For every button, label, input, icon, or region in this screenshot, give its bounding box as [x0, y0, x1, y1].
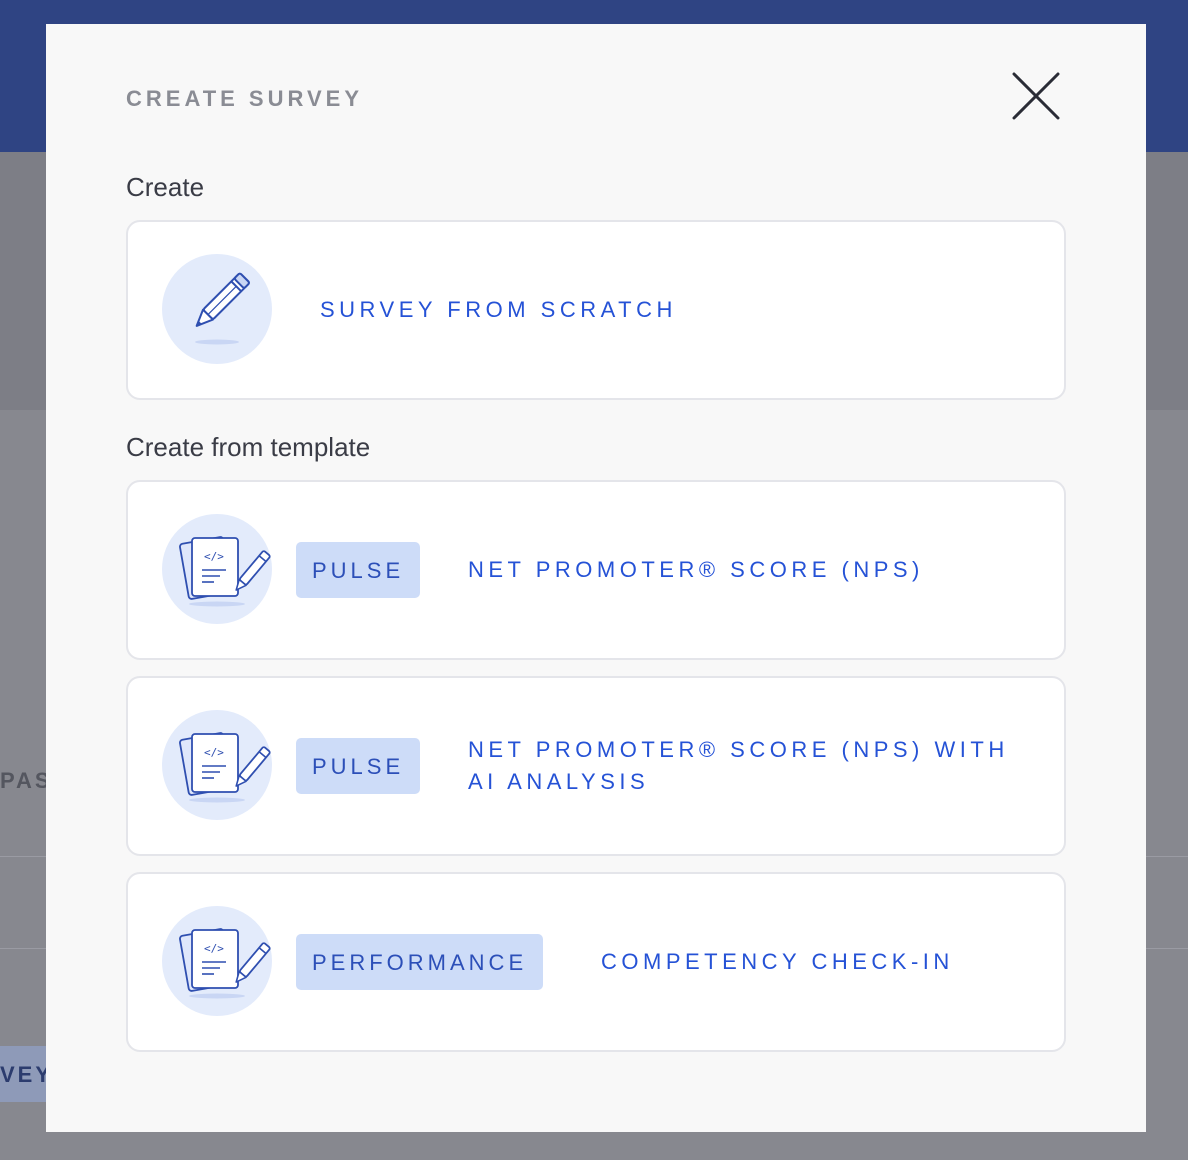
close-button[interactable] [1010, 70, 1062, 122]
template-competency-option[interactable]: </> PERFORMANCE COMPETENCY CHECK-IN [126, 872, 1066, 1052]
tag-badge: PULSE [296, 542, 421, 598]
document-pencil-icon: </> [162, 514, 272, 624]
svg-text:</>: </> [204, 942, 224, 955]
template-label: NET PROMOTER® SCORE (NPS) WITH AI ANALYS… [468, 737, 1009, 794]
create-survey-modal: CREATE SURVEY Create SURVEY FROM SCRATCH… [46, 24, 1146, 1132]
template-label: COMPETENCY CHECK-IN [601, 949, 954, 974]
modal-title: CREATE SURVEY [126, 86, 364, 111]
template-label: NET PROMOTER® SCORE (NPS) [468, 557, 924, 582]
create-section-label: Create [126, 172, 205, 202]
template-nps-ai-option[interactable]: </> PULSE NET PROMOTER® SCORE (NPS) WITH… [126, 676, 1066, 856]
document-pencil-icon: </> [162, 710, 272, 820]
svg-text:</>: </> [204, 550, 224, 563]
tag-badge: PERFORMANCE [296, 934, 544, 990]
survey-from-scratch-option[interactable]: SURVEY FROM SCRATCH [126, 220, 1066, 400]
template-nps-option[interactable]: </> PULSE NET PROMOTER® SCORE (NPS) [126, 480, 1066, 660]
pencil-icon [162, 254, 272, 364]
app-partial-label: PAS [0, 768, 53, 793]
svg-text:</>: </> [204, 746, 224, 759]
survey-from-scratch-label: SURVEY FROM SCRATCH [320, 297, 677, 322]
document-pencil-icon: </> [162, 906, 272, 1016]
close-icon [1012, 72, 1060, 120]
tag-badge: PULSE [296, 738, 421, 794]
template-section-label: Create from template [126, 432, 371, 462]
